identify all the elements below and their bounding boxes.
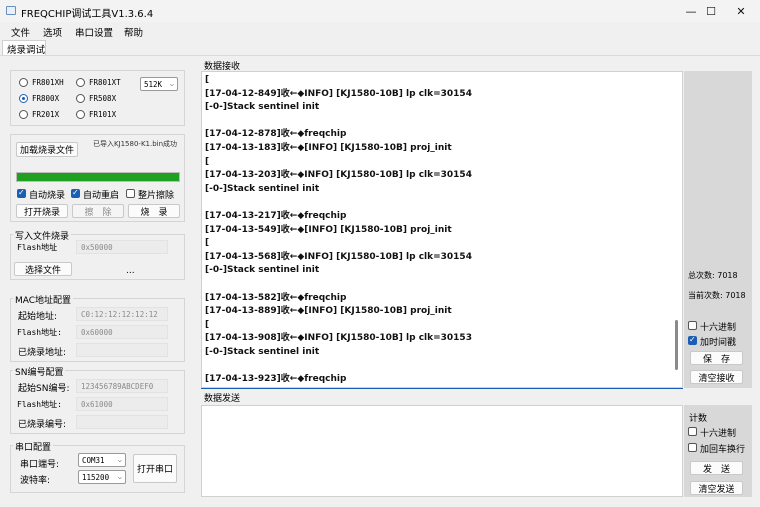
mac-burned-label: 已烧录地址:: [18, 348, 67, 358]
clear-receive-button[interactable]: 清空接收: [690, 370, 743, 384]
label-fr801xh: FR801XH: [32, 78, 64, 87]
sn-flash-label: Flash地址:: [17, 400, 62, 409]
recv-hex-checkbox[interactable]: [688, 321, 697, 330]
menu-help[interactable]: 帮助: [124, 25, 143, 39]
sn-start-label: 起始SN编号:: [18, 384, 70, 394]
auto-restart-checkbox[interactable]: [71, 188, 80, 198]
window-title: FREQCHIP调试工具V1.3.6.4: [21, 9, 154, 20]
sn-burned-label: 已烧录编号:: [18, 420, 67, 430]
port-label: 串口端号:: [20, 460, 60, 470]
radio-fr801xt[interactable]: [76, 78, 85, 87]
file-status-text: 已导入KJ1580-K1.bin成功: [92, 140, 178, 148]
chevron-down-icon: ⌵: [169, 80, 174, 88]
count-label: 计数: [689, 414, 708, 424]
send-title: 数据发送: [204, 394, 241, 404]
auto-burn-checkbox[interactable]: [17, 188, 26, 198]
radio-fr508x[interactable]: [76, 94, 85, 103]
burn-button[interactable]: 烧 录: [128, 204, 180, 218]
crlf-checkbox[interactable]: [688, 443, 697, 452]
baud-select[interactable]: 115200 ⌵: [78, 470, 126, 484]
sn-start-field[interactable]: 123456789ABCDEF0: [76, 379, 168, 393]
label-fr101x: FR101X: [89, 110, 117, 119]
receive-scrollbar[interactable]: [675, 320, 678, 370]
receive-text-area[interactable]: [ [17-04-12-849]收←◆INFO] [KJ1580-10B] lp…: [201, 71, 683, 388]
radio-fr201x[interactable]: [19, 110, 28, 119]
current-count: 当前次数: 7018: [688, 291, 746, 300]
send-text-area[interactable]: [201, 405, 683, 497]
radio-fr801xh[interactable]: [19, 78, 28, 87]
burn-progress-fill: [17, 173, 179, 181]
title-bar: FREQCHIP调试工具V1.3.6.4 — ☐ ✕: [0, 0, 760, 22]
full-erase-checkbox[interactable]: [126, 189, 135, 198]
label-fr800x: FR800X: [32, 94, 60, 103]
tab-burn-debug[interactable]: 烧录调试: [2, 40, 46, 56]
close-button[interactable]: ✕: [718, 0, 760, 22]
write-flash-label: Flash地址: [17, 243, 58, 252]
write-file-title: 写入文件烧录: [13, 229, 72, 242]
flash-size-value: 512K: [144, 80, 163, 89]
sn-flash-field[interactable]: 0x61000: [76, 397, 168, 411]
timestamp-checkbox[interactable]: [688, 335, 697, 345]
auto-burn-label: 自动烧录: [29, 191, 66, 201]
chevron-down-icon: ⌵: [117, 473, 122, 481]
total-count: 总次数: 7018: [688, 271, 738, 280]
splitter[interactable]: [201, 388, 683, 389]
label-fr801xt: FR801XT: [89, 78, 121, 87]
burn-progress-bar: [16, 172, 180, 182]
serial-title: 串口配置: [13, 440, 54, 453]
menu-bar: 文件 选项 串口设置 帮助: [0, 23, 760, 39]
label-fr201x: FR201X: [32, 110, 60, 119]
erase-button[interactable]: 擦 除: [72, 204, 124, 218]
recv-hex-label: 十六进制: [700, 323, 737, 333]
menu-file[interactable]: 文件: [11, 25, 30, 39]
auto-restart-label: 自动重启: [83, 191, 120, 201]
radio-fr800x[interactable]: [19, 94, 28, 103]
save-button[interactable]: 保 存: [690, 351, 743, 365]
app-icon: [6, 6, 16, 15]
baud-value: 115200: [82, 473, 110, 482]
crlf-label: 加回车换行: [700, 445, 746, 455]
menu-options[interactable]: 选项: [43, 25, 62, 39]
write-flash-field[interactable]: 0x50000: [76, 240, 168, 254]
open-burn-button[interactable]: 打开烧录: [16, 204, 68, 218]
baud-label: 波特率:: [20, 476, 51, 486]
chevron-down-icon: ⌵: [117, 456, 122, 464]
menu-serial-settings[interactable]: 串口设置: [75, 25, 113, 39]
mac-start-field[interactable]: C0:12:12:12:12:12: [76, 307, 168, 321]
mac-burned-field[interactable]: [76, 343, 168, 357]
tab-divider: [0, 55, 760, 56]
send-button[interactable]: 发 送: [690, 461, 743, 475]
port-select[interactable]: COM31 ⌵: [78, 453, 126, 467]
clear-send-button[interactable]: 清空发送: [690, 481, 743, 495]
radio-fr101x[interactable]: [76, 110, 85, 119]
ellipsis-text: ...: [126, 266, 135, 276]
sn-title: SN编号配置: [13, 365, 66, 378]
mac-start-label: 起始地址:: [18, 312, 58, 322]
port-value: COM31: [82, 456, 105, 465]
full-erase-label: 整片擦除: [138, 191, 175, 201]
label-fr508x: FR508X: [89, 94, 117, 103]
load-burn-file-button[interactable]: 加载烧录文件: [16, 142, 78, 157]
mac-flash-field[interactable]: 0x60000: [76, 325, 168, 339]
send-hex-checkbox[interactable]: [688, 427, 697, 436]
sn-burned-field[interactable]: [76, 415, 168, 429]
flash-size-select[interactable]: 512K ⌵: [140, 77, 178, 91]
select-file-button[interactable]: 选择文件: [14, 262, 72, 276]
mac-title: MAC地址配置: [13, 293, 74, 306]
mac-flash-label: Flash地址:: [17, 328, 62, 337]
timestamp-label: 加时间戳: [700, 338, 737, 348]
open-serial-button[interactable]: 打开串口: [133, 454, 177, 483]
receive-log: [ [17-04-12-849]收←◆INFO] [KJ1580-10B] lp…: [205, 75, 472, 385]
send-hex-label: 十六进制: [700, 429, 737, 439]
